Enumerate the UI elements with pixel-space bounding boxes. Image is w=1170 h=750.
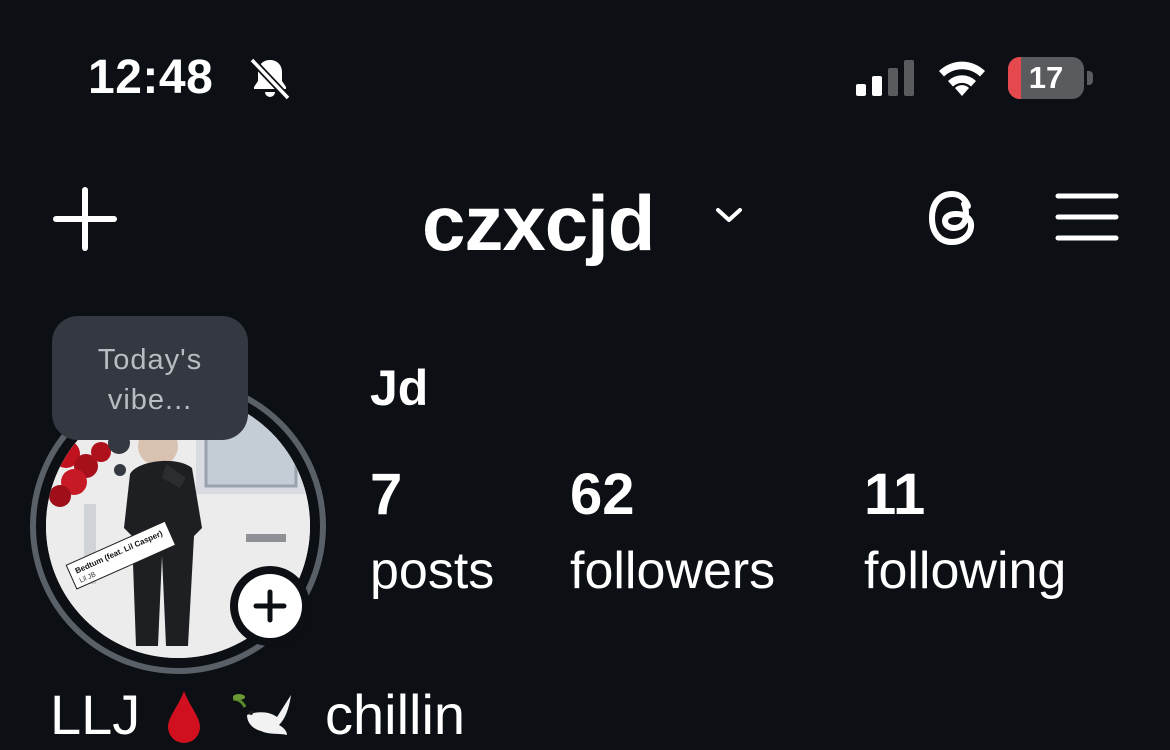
following-stat[interactable]: 11 following (864, 464, 1066, 602)
battery-percent: 17 (1028, 60, 1064, 95)
silent-bell-icon (249, 57, 291, 101)
note-text: Today's vibe... (52, 340, 248, 420)
followers-stat[interactable]: 62 followers (570, 464, 775, 602)
dove-of-peace-icon (233, 694, 292, 736)
hamburger-menu-icon[interactable] (1054, 190, 1120, 244)
profile-username[interactable]: czxcjd (422, 178, 655, 268)
following-label: following (864, 542, 1067, 600)
threads-icon[interactable] (920, 184, 988, 252)
bio-prefix: LLJ (50, 683, 141, 747)
wifi-icon (939, 61, 985, 96)
bio-text: chillin (324, 683, 466, 747)
posts-count: 7 (370, 462, 403, 527)
chevron-down-icon[interactable] (712, 203, 746, 227)
drop-of-blood-icon (167, 691, 200, 744)
add-story-circle (238, 574, 302, 638)
cellular-signal-icon (856, 60, 914, 96)
note-line-2: vibe... (107, 384, 193, 416)
note-line-1: Today's (97, 344, 203, 376)
following-count: 11 (864, 462, 926, 527)
note-bubble-tail-small (114, 464, 126, 476)
posts-stat[interactable]: 7 posts (370, 464, 494, 602)
battery-cap (1087, 71, 1093, 85)
note-bubble[interactable]: Today's vibe... (52, 316, 248, 440)
battery-indicator: 17 (1008, 57, 1094, 99)
plus-icon (253, 589, 287, 623)
status-time: 12:48 (88, 51, 214, 104)
add-story-button[interactable] (230, 566, 310, 646)
create-plus-button[interactable] (52, 186, 118, 252)
posts-label: posts (370, 542, 495, 600)
profile-bio: LLJ chillin (50, 676, 465, 750)
followers-label: followers (570, 542, 776, 600)
followers-count: 62 (570, 462, 635, 527)
profile-display-name: Jd (370, 360, 429, 416)
